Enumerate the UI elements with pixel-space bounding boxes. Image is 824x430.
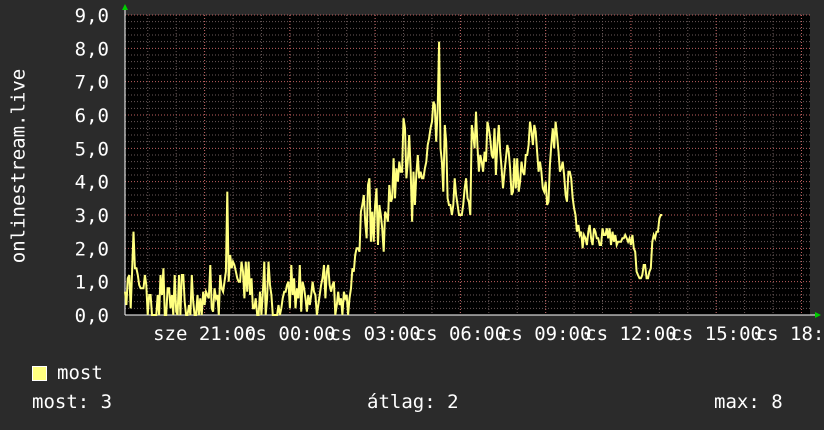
- x-axis-arrow: [815, 312, 821, 318]
- y-tick-label: 3,0: [75, 205, 109, 227]
- current-value-stat: most: 3: [32, 391, 113, 413]
- x-axis-ticks: sze 21:00cs 00:00cs 03:00cs 06:00cs 09:0…: [153, 323, 824, 345]
- y-tick-label: 4,0: [75, 172, 109, 194]
- x-tick-label: cs 00:00: [244, 323, 336, 345]
- legend-label: most: [57, 362, 103, 384]
- y-tick-label: 6,0: [75, 105, 109, 127]
- x-tick-label: cs 03:00: [329, 323, 421, 345]
- x-tick-label: cs 18:00: [756, 323, 824, 345]
- legend: most: [32, 362, 103, 384]
- y-tick-label: 1,0: [75, 272, 109, 294]
- y-axis-arrow: [122, 4, 128, 10]
- x-tick-label: cs 09:00: [500, 323, 592, 345]
- maximum-value-stat: max: 8: [714, 391, 783, 413]
- chart: 0,0 1,0 2,0 3,0 4,0 5,0 6,0 7,0 8,0 9,0 sze 21:00…: [8, 4, 824, 345]
- y-tick-label: 5,0: [75, 138, 109, 160]
- x-tick-label: sze 21:00: [153, 323, 256, 345]
- y-tick-label: 2,0: [75, 238, 109, 260]
- legend-swatch: [32, 365, 47, 381]
- y-axis-ticks: 0,0 1,0 2,0 3,0 4,0 5,0 6,0 7,0 8,0 9,0: [75, 5, 109, 327]
- y-tick-label: 7,0: [75, 72, 109, 94]
- y-axis-label: onlinestream.live: [8, 69, 30, 263]
- average-value-stat: átlag: 2: [367, 391, 459, 413]
- x-tick-label: cs 12:00: [585, 323, 677, 345]
- y-tick-label: 0,0: [75, 305, 109, 327]
- x-tick-label: cs 15:00: [670, 323, 762, 345]
- x-tick-label: cs 06:00: [415, 323, 507, 345]
- y-tick-label: 9,0: [75, 5, 109, 27]
- y-tick-label: 8,0: [75, 38, 109, 60]
